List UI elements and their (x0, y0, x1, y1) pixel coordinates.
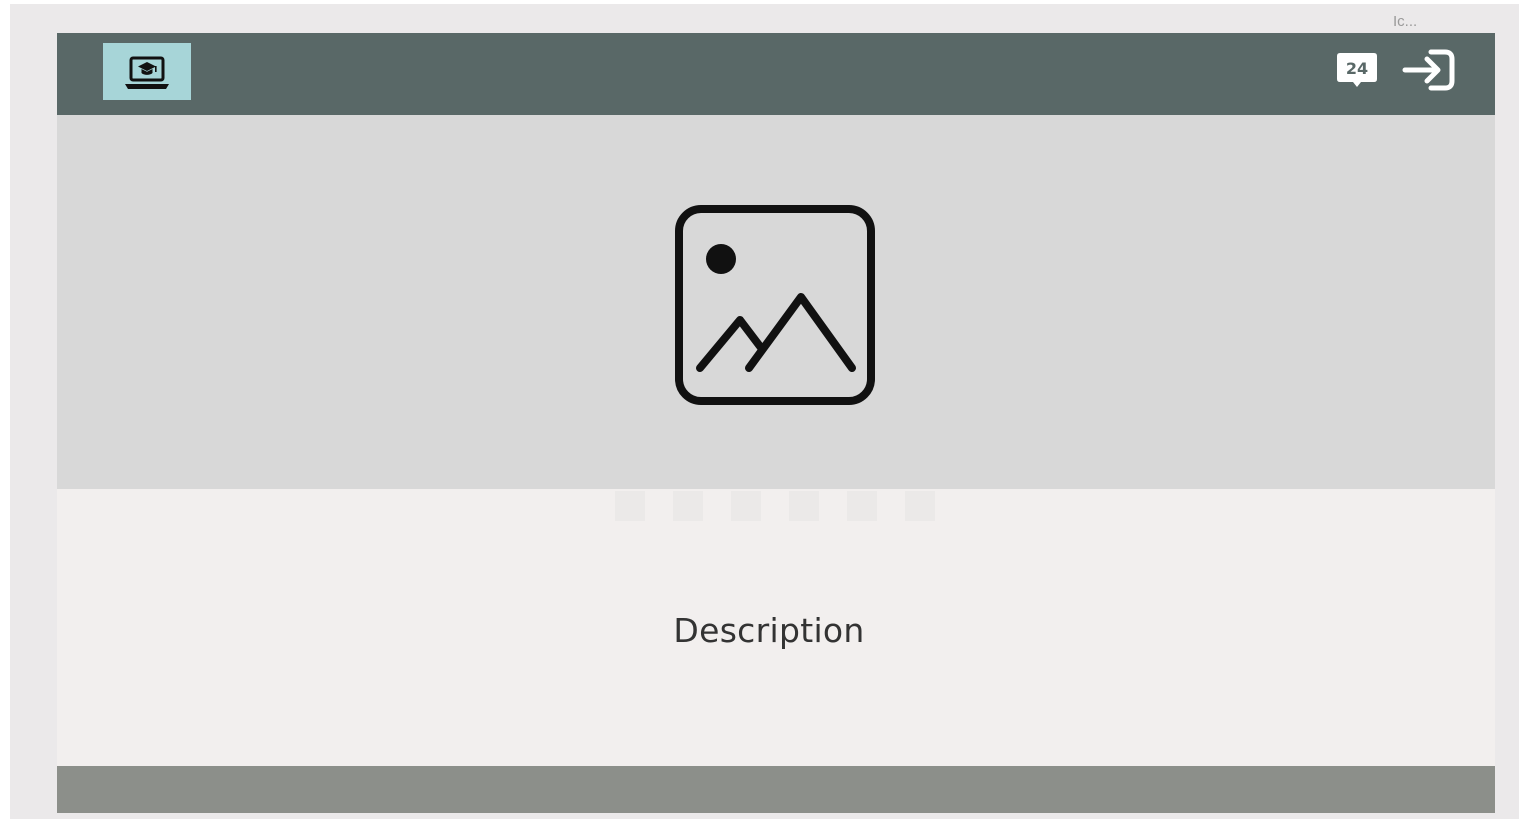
login-button[interactable] (1401, 44, 1459, 96)
description-text: Description (673, 611, 865, 650)
sign-in-icon (1402, 49, 1455, 91)
carousel-dots (615, 491, 935, 521)
frame-label: Ic... (1393, 13, 1418, 30)
carousel-dot[interactable] (905, 491, 935, 521)
logo-button[interactable] (103, 43, 191, 100)
support-24-button[interactable]: 24 (1335, 50, 1379, 90)
carousel-dot[interactable] (847, 491, 877, 521)
24-hours-support-icon: 24 (1337, 53, 1377, 87)
carousel-dot[interactable] (789, 491, 819, 521)
laptop-graduation-cap-icon (125, 56, 169, 89)
top-header: 24 (57, 33, 1495, 115)
carousel-dot[interactable] (673, 491, 703, 521)
image-placeholder-icon (674, 204, 875, 405)
hero-image-area (57, 115, 1495, 489)
footer-bar (57, 766, 1495, 813)
support-badge-text: 24 (1346, 59, 1368, 78)
app-screen: 24 Description (57, 33, 1495, 813)
header-actions: 24 (1335, 45, 1459, 95)
carousel-dot[interactable] (731, 491, 761, 521)
carousel-dot[interactable] (615, 491, 645, 521)
